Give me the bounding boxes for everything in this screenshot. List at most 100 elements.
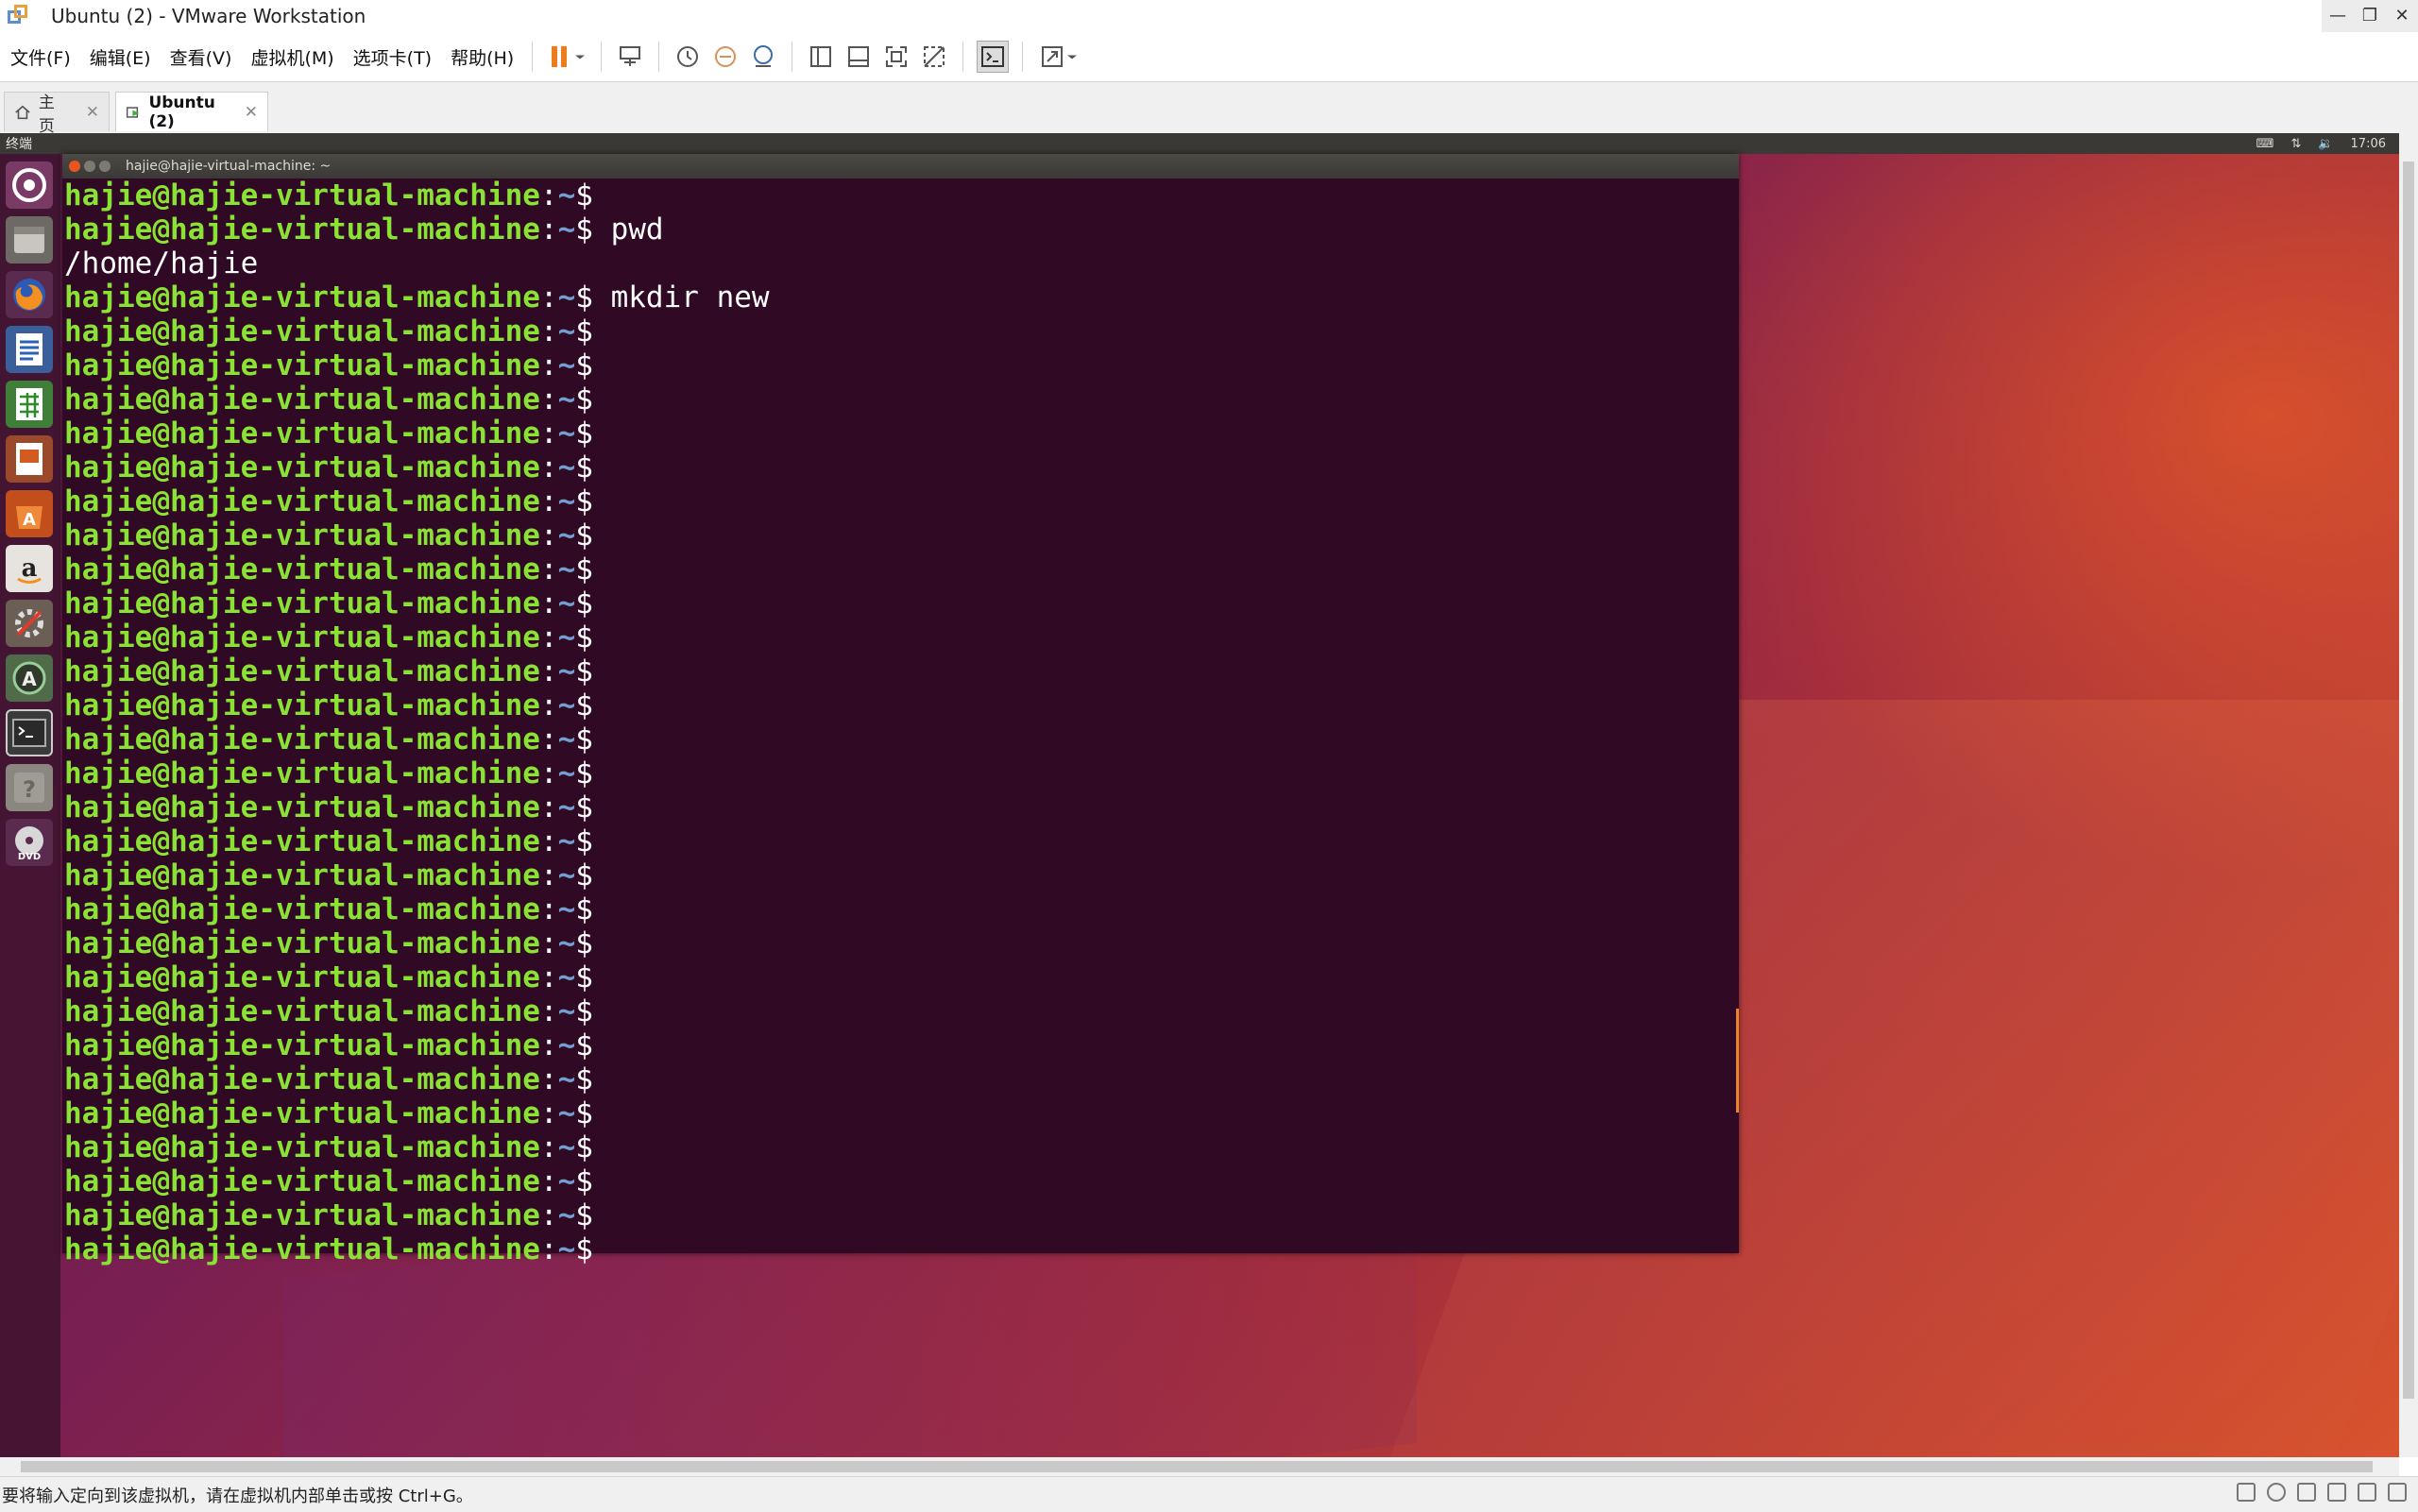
menu-help[interactable]: 帮助(H) xyxy=(442,44,522,70)
prompt-colon: : xyxy=(539,178,558,212)
menu-vm[interactable]: 虚拟机(M) xyxy=(242,44,342,70)
terminal-prompt-line: hajie@hajie-virtual-machine:~$ xyxy=(64,518,1739,552)
terminal-scrollbar[interactable] xyxy=(1736,1009,1739,1113)
tab-home[interactable]: 主页 ✕ xyxy=(4,92,110,136)
prompt-dollar: $ xyxy=(575,960,593,994)
terminal-prompt-line: hajie@hajie-virtual-machine:~$ xyxy=(64,756,1739,790)
terminal-prompt-line: hajie@hajie-virtual-machine:~$ xyxy=(64,1130,1739,1164)
launcher-dash[interactable] xyxy=(6,161,53,209)
prompt-user-host: hajie@hajie-virtual-machine xyxy=(64,280,540,314)
launcher-system-settings[interactable] xyxy=(6,600,53,647)
fullscreen-icon xyxy=(886,46,908,67)
close-button[interactable]: ✕ xyxy=(2386,0,2418,32)
full-screen-button[interactable] xyxy=(881,42,911,72)
terminal-window[interactable]: hajie@hajie-virtual-machine: ~ hajie@haj… xyxy=(62,154,1739,1266)
terminal-prompt-line: hajie@hajie-virtual-machine:~$ xyxy=(64,858,1739,892)
menu-edit[interactable]: 编辑(E) xyxy=(81,44,160,70)
terminal-minimize-icon[interactable] xyxy=(84,161,95,172)
prompt-user-host: hajie@hajie-virtual-machine xyxy=(64,926,540,960)
pause-button[interactable] xyxy=(546,42,587,72)
volume-indicator-icon[interactable]: 🔉 xyxy=(2318,137,2333,151)
console-view-button[interactable] xyxy=(977,41,1010,73)
terminal-titlebar[interactable]: hajie@hajie-virtual-machine: ~ xyxy=(62,154,1739,178)
horizontal-scrollbar[interactable] xyxy=(0,1457,2399,1476)
stretch-guest-button[interactable] xyxy=(1036,42,1081,72)
launcher-writer[interactable] xyxy=(6,326,53,373)
prompt-colon: : xyxy=(539,1164,558,1198)
launcher-dvd[interactable]: DVD xyxy=(6,819,53,866)
console-icon xyxy=(981,46,1005,67)
terminal-prompt-line: hajie@hajie-virtual-machine:~$ pwd xyxy=(64,212,1739,246)
terminal-close-icon[interactable] xyxy=(69,161,80,172)
prompt-user-host: hajie@hajie-virtual-machine xyxy=(64,484,540,518)
calc-icon xyxy=(16,388,43,420)
snapshot-manager-button[interactable] xyxy=(748,42,778,72)
prompt-colon: : xyxy=(539,280,558,314)
prompt-path: ~ xyxy=(557,450,576,484)
restore-button[interactable]: ❐ xyxy=(2354,0,2386,32)
chevron-down-icon xyxy=(1067,55,1078,59)
cd-rom-icon[interactable] xyxy=(2267,1483,2286,1502)
revert-snapshot-icon xyxy=(715,46,737,67)
hard-disk-icon[interactable] xyxy=(2237,1483,2256,1502)
launcher-help[interactable]: ? xyxy=(6,764,53,811)
tab-ubuntu-close-icon[interactable]: ✕ xyxy=(245,103,258,122)
prompt-colon: : xyxy=(539,314,558,348)
menu-view[interactable]: 查看(V) xyxy=(162,44,241,70)
thumbnail-bar-button[interactable] xyxy=(843,42,874,72)
library-view-button[interactable] xyxy=(806,42,836,72)
prompt-user-host: hajie@hajie-virtual-machine xyxy=(64,1232,540,1266)
prompt-path: ~ xyxy=(557,1096,576,1130)
revert-snapshot-button[interactable] xyxy=(710,42,741,72)
unity-button[interactable] xyxy=(919,42,949,72)
tab-ubuntu[interactable]: Ubuntu (2) ✕ xyxy=(115,92,268,131)
network-indicator-icon[interactable]: ⇅ xyxy=(2290,137,2301,151)
usb-icon[interactable] xyxy=(2327,1483,2346,1502)
terminal-prompt-line: hajie@hajie-virtual-machine:~$ xyxy=(64,1232,1739,1266)
tab-home-close-icon[interactable]: ✕ xyxy=(86,103,99,122)
menu-tabs[interactable]: 选项卡(T) xyxy=(345,44,440,70)
launcher-files[interactable] xyxy=(6,216,53,263)
terminal-prompt-line: hajie@hajie-virtual-machine:~$ xyxy=(64,382,1739,416)
toolbar-separator xyxy=(658,42,660,72)
snapshot-button[interactable] xyxy=(673,42,703,72)
launcher-firefox[interactable] xyxy=(6,271,53,318)
launcher-terminal[interactable] xyxy=(6,709,53,756)
launcher-software-center[interactable]: A xyxy=(6,490,53,537)
network-adapter-icon[interactable] xyxy=(2297,1483,2316,1502)
prompt-dollar: $ xyxy=(575,484,593,518)
command-text: mkdir new xyxy=(592,280,770,314)
terminal-maximize-icon[interactable] xyxy=(99,161,111,172)
terminal-output-line: /home/hajie xyxy=(64,246,259,280)
toolbar-separator xyxy=(532,42,534,72)
prompt-dollar: $ xyxy=(575,688,593,722)
prompt-colon: : xyxy=(539,1028,558,1062)
menu-file[interactable]: 文件(F) xyxy=(2,44,79,70)
sound-card-icon[interactable] xyxy=(2358,1483,2376,1502)
prompt-path: ~ xyxy=(557,654,576,688)
launcher-impress[interactable] xyxy=(6,435,53,483)
launcher-software-updater[interactable]: A xyxy=(6,654,53,702)
prompt-dollar: $ xyxy=(575,1198,593,1232)
prompt-user-host: hajie@hajie-virtual-machine xyxy=(64,586,540,620)
prompt-dollar: $ xyxy=(575,552,593,586)
terminal-output[interactable]: hajie@hajie-virtual-machine:~$ hajie@haji… xyxy=(62,178,1739,1266)
prompt-user-host: hajie@hajie-virtual-machine xyxy=(64,756,540,790)
prompt-colon: : xyxy=(539,1232,558,1266)
status-hint: 要将输入定向到该虚拟机，请在虚拟机内部单击或按 Ctrl+G。 xyxy=(2,1486,473,1506)
display-icon[interactable] xyxy=(2388,1483,2407,1502)
vm-display[interactable]: 终端 ⌨ ⇅ 🔉 17:06 A a A ? DVD hajie@hajie-v… xyxy=(0,133,2399,1457)
vertical-scrollbar-thumb[interactable] xyxy=(2403,161,2414,1399)
launcher-amazon[interactable]: a xyxy=(6,545,53,592)
clock[interactable]: 17:06 xyxy=(2351,137,2386,151)
horizontal-scrollbar-thumb[interactable] xyxy=(21,1461,2373,1472)
prompt-path: ~ xyxy=(557,620,576,654)
vertical-scrollbar[interactable] xyxy=(2399,133,2418,1457)
prompt-path: ~ xyxy=(557,994,576,1028)
launcher-calc[interactable] xyxy=(6,381,53,428)
minimize-button[interactable]: — xyxy=(2322,0,2354,32)
keyboard-indicator-icon[interactable]: ⌨ xyxy=(2256,137,2274,151)
writer-icon xyxy=(16,333,43,365)
send-ctrl-alt-del-button[interactable] xyxy=(615,42,645,72)
prompt-colon: : xyxy=(539,620,558,654)
